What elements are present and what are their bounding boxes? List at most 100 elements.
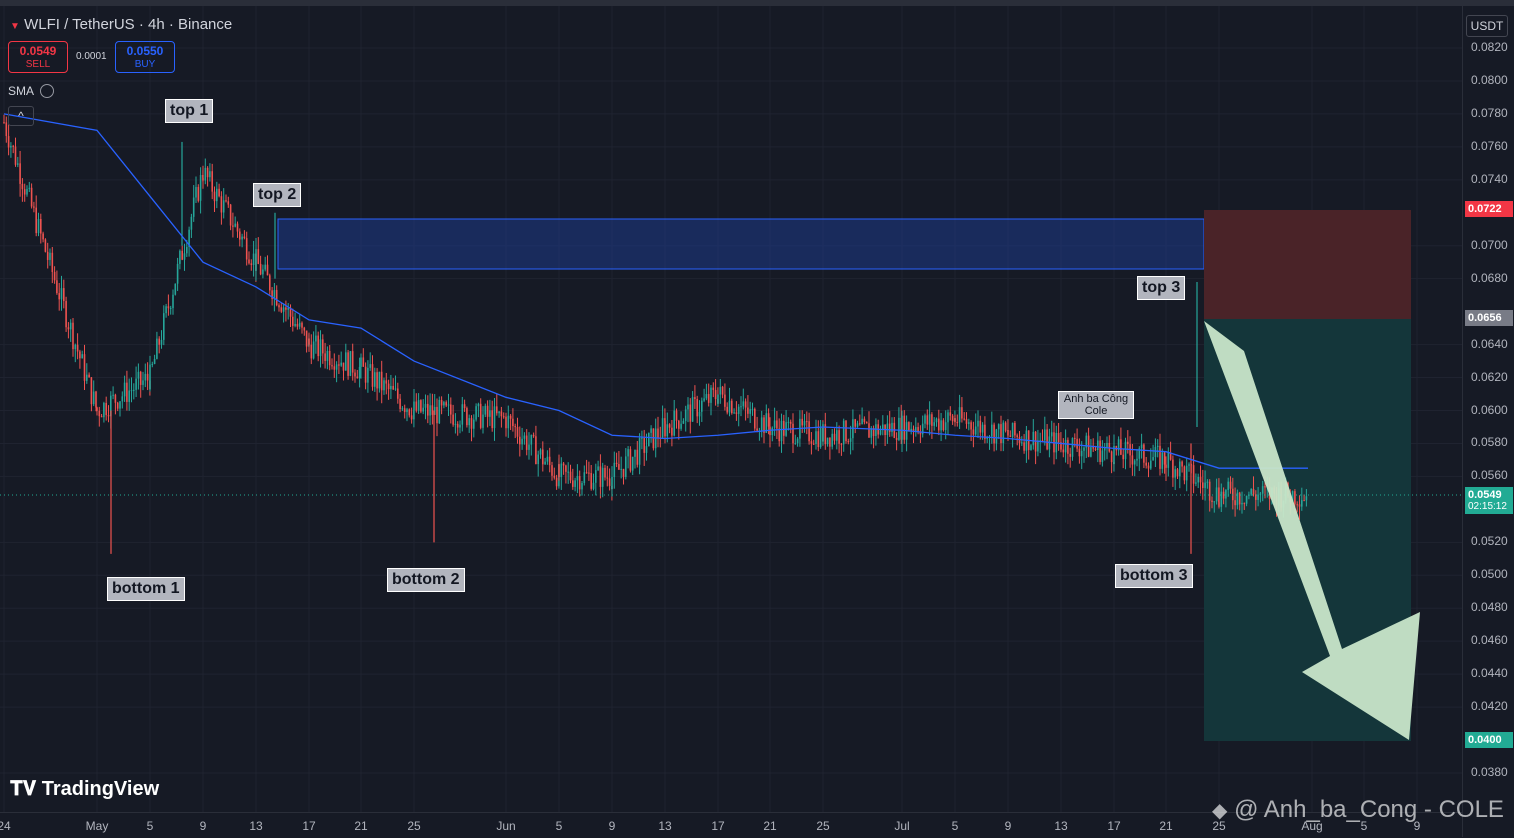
indicator-label-sma[interactable]: SMA (8, 84, 34, 98)
candle-body (133, 389, 135, 391)
candle-body (144, 373, 147, 381)
candle-body (46, 251, 49, 260)
candle-body (296, 324, 299, 327)
candle-body (1124, 441, 1127, 460)
candle-body (424, 403, 427, 408)
candle-body (733, 412, 735, 414)
candle-body (410, 415, 413, 420)
stop-loss-zone[interactable] (1204, 210, 1411, 319)
chart-canvas[interactable] (0, 6, 1462, 812)
candle-body (1021, 442, 1023, 444)
candle-body (105, 402, 107, 416)
candle-body (65, 301, 67, 328)
time-tick-label: 13 (658, 819, 672, 833)
candle-body (588, 472, 590, 474)
candle-body (347, 352, 349, 376)
candle-body (56, 280, 58, 294)
price-tag-entry-value: 0.0656 (1468, 312, 1502, 325)
candle-body (901, 415, 903, 440)
candle-body (680, 423, 682, 429)
candle-body (466, 408, 468, 426)
candle-body (301, 322, 303, 328)
candle-body (116, 402, 119, 409)
time-tick-label: 5 (951, 819, 959, 833)
candle-body (399, 398, 401, 409)
price-tick-label: 0.0640 (1471, 336, 1508, 351)
time-tick-label: Jul (894, 819, 910, 833)
candle-body (673, 410, 675, 436)
candle-body (1097, 440, 1099, 451)
candle-body (903, 415, 906, 440)
candle-body (3, 122, 5, 124)
candle-body (831, 433, 833, 447)
symbol-flag-icon: ▼ (10, 21, 20, 32)
candle-body (521, 438, 523, 445)
watermark-text: @ Anh_ba_Cong - COLE (1234, 796, 1504, 823)
candle-body (259, 263, 262, 275)
candle-body (220, 196, 223, 213)
time-tick-label: 21 (354, 819, 368, 833)
candle-body (1234, 500, 1236, 506)
candle-body (1204, 482, 1206, 488)
candle-body (747, 407, 749, 414)
candle-body (349, 351, 352, 376)
candle-body (507, 415, 510, 429)
candle-body (606, 477, 609, 479)
candle-body (1120, 439, 1122, 455)
candle-body (250, 263, 253, 266)
candle-body (452, 414, 454, 425)
candle-body (717, 394, 719, 404)
candle-body (227, 201, 230, 205)
candle-body (942, 420, 945, 431)
author-note-line-1: Anh ba Công (1063, 393, 1129, 405)
callout-bottom-1[interactable]: bottom 1 (107, 577, 185, 601)
candle-body (229, 204, 232, 226)
candle-body (819, 427, 822, 448)
currency-selector[interactable]: USDT (1466, 15, 1508, 37)
collapse-legend-button[interactable]: ^ (8, 106, 34, 126)
candle-body (1305, 496, 1308, 501)
candle-body (123, 382, 126, 397)
callout-top-3[interactable]: top 3 (1137, 276, 1186, 300)
sell-button[interactable]: 0.0549 SELL (8, 41, 68, 73)
candle-body (317, 335, 319, 357)
time-tick-label: 25 (816, 819, 830, 833)
candle-body (280, 307, 283, 312)
candle-body (933, 422, 935, 426)
candle-body (1147, 465, 1150, 469)
candle-body (461, 404, 464, 425)
candle-body (264, 264, 266, 270)
candle-body (643, 437, 645, 453)
author-note[interactable]: Anh ba Công Cole (1058, 391, 1134, 419)
symbol-title[interactable]: ▼ WLFI / TetherUS · 4h · Binance (10, 16, 232, 33)
callout-top-2[interactable]: top 2 (253, 183, 302, 207)
callout-bottom-2[interactable]: bottom 2 (387, 568, 465, 592)
callout-bottom-3[interactable]: bottom 3 (1115, 564, 1193, 588)
candle-body (1050, 432, 1053, 437)
candle-body (719, 386, 722, 395)
candle-body (833, 433, 836, 441)
candle-body (924, 415, 926, 424)
time-tick-label: 9 (1004, 819, 1012, 833)
candle-body (599, 466, 602, 487)
candle-body (130, 390, 133, 392)
buy-button[interactable]: 0.0550 BUY (115, 41, 175, 73)
candle-body (1037, 440, 1039, 452)
indicator-settings-icon[interactable] (40, 84, 54, 98)
candle-body (569, 471, 572, 481)
candle-body (176, 263, 179, 284)
candle-body (1243, 502, 1246, 504)
candle-body (211, 171, 213, 192)
candle-body (1099, 440, 1101, 462)
candle-body (1122, 454, 1124, 460)
candle-body (257, 249, 260, 264)
chart-area[interactable] (0, 6, 1462, 812)
candle-body (544, 461, 546, 465)
callout-top-1[interactable]: top 1 (165, 99, 214, 123)
resistance-zone[interactable] (277, 218, 1205, 270)
candle-body (565, 465, 567, 472)
candle-body (1080, 450, 1083, 457)
candle-body (806, 421, 808, 423)
price-scale[interactable]: 0.0820 0.0800 0.0780 0.0760 0.0740 0.0700 0.06… (1462, 6, 1514, 837)
candle-body (627, 449, 629, 457)
